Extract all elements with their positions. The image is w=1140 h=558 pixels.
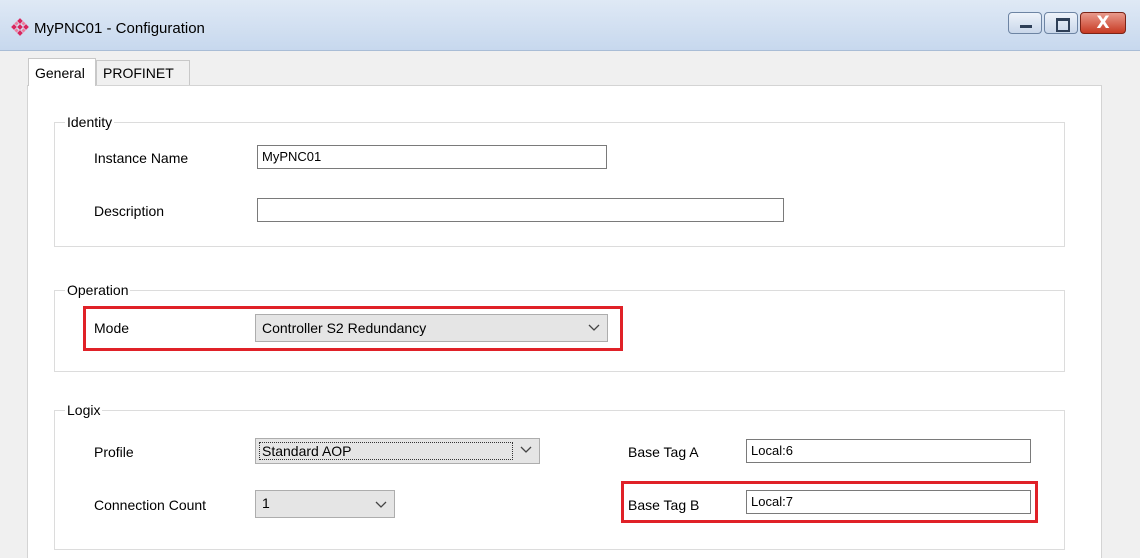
mode-value: Controller S2 Redundancy: [262, 320, 427, 336]
maximize-button[interactable]: [1044, 12, 1078, 34]
chevron-down-icon: [520, 446, 532, 453]
connection-count-dropdown[interactable]: 1: [255, 490, 395, 518]
base-tag-a-input[interactable]: Local:6: [746, 439, 1031, 463]
description-label: Description: [94, 203, 165, 219]
minimize-button[interactable]: [1008, 12, 1042, 34]
operation-legend: Operation: [65, 282, 131, 298]
connection-count-label: Connection Count: [94, 497, 207, 513]
diamond-logo-icon: [11, 18, 29, 36]
chevron-down-icon: [375, 501, 387, 508]
close-icon: X: [1096, 13, 1110, 33]
identity-group: Identity: [54, 114, 1065, 247]
base-tag-b-input[interactable]: Local:7: [746, 490, 1031, 514]
instance-name-label: Instance Name: [94, 150, 189, 166]
profile-value: Standard AOP: [259, 442, 513, 460]
instance-name-input[interactable]: MyPNC01: [257, 145, 607, 169]
base-tag-b-label: Base Tag B: [628, 497, 700, 513]
mode-label: Mode: [94, 320, 130, 336]
minimize-icon: [1020, 25, 1032, 28]
window-controls: X: [1006, 12, 1126, 34]
mode-dropdown[interactable]: Controller S2 Redundancy: [255, 314, 608, 342]
profile-label: Profile: [94, 444, 134, 460]
close-button[interactable]: X: [1080, 12, 1126, 34]
tab-general[interactable]: General: [28, 58, 96, 86]
connection-count-value: 1: [262, 495, 270, 511]
window-title: MyPNC01 - Configuration: [34, 20, 205, 37]
chevron-down-icon: [588, 324, 600, 331]
logix-group: Logix: [54, 402, 1065, 550]
title-bar: MyPNC01 - Configuration X: [0, 0, 1140, 51]
description-input[interactable]: [257, 198, 784, 222]
identity-legend: Identity: [65, 114, 115, 130]
base-tag-a-label: Base Tag A: [628, 444, 699, 460]
logix-legend: Logix: [65, 402, 103, 418]
tab-profinet[interactable]: PROFINET: [96, 60, 190, 86]
profile-dropdown[interactable]: Standard AOP: [255, 438, 540, 464]
maximize-icon: [1056, 18, 1070, 32]
